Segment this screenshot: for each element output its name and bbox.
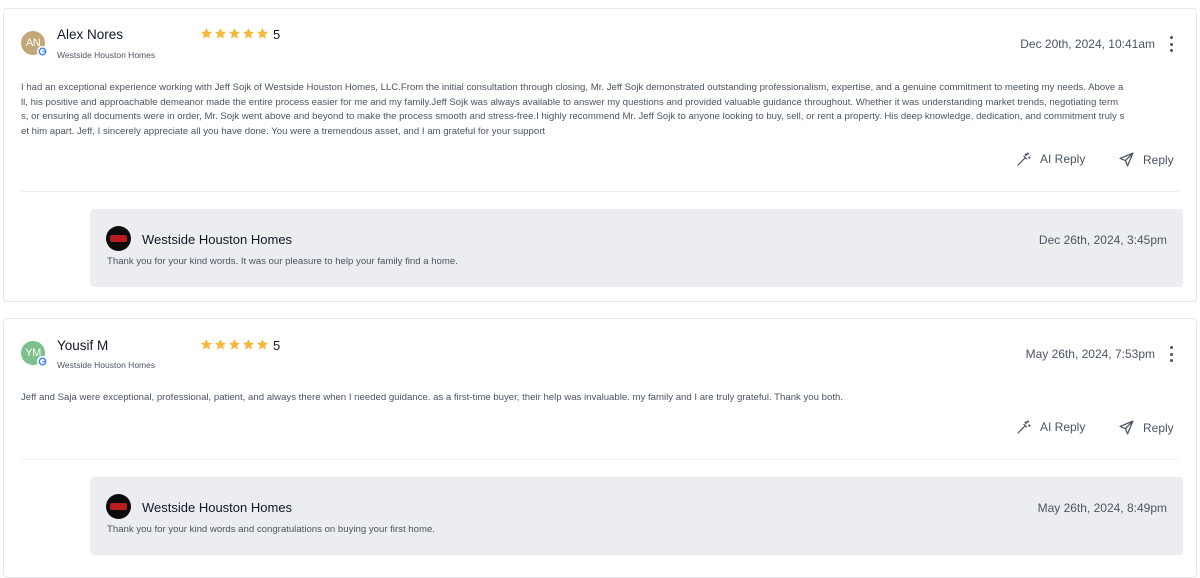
review-card: AN Alex Nores Westside Houston Homes 5 D… xyxy=(3,8,1197,302)
star-icon xyxy=(214,28,227,39)
star-icon xyxy=(228,339,241,350)
star-icon xyxy=(228,28,241,39)
business-name: Westside Houston Homes xyxy=(142,232,293,247)
reply-label: Reply xyxy=(1143,420,1174,435)
send-icon xyxy=(1119,420,1134,435)
magic-wand-icon xyxy=(1017,152,1031,166)
response-date: Dec 26th, 2024, 3:45pm xyxy=(1038,233,1167,247)
response-date: May 26th, 2024, 8:49pm xyxy=(1037,501,1167,515)
avatar: YM xyxy=(21,341,48,367)
more-vertical-icon[interactable] xyxy=(1166,346,1176,362)
rating-value: 5 xyxy=(273,338,281,353)
review-date: Dec 20th, 2024, 10:41am xyxy=(1020,37,1155,51)
response-text: Thank you for your kind words and congra… xyxy=(107,524,435,535)
ai-reply-label: AI Reply xyxy=(1040,420,1086,434)
business-name: Westside Houston Homes xyxy=(142,500,293,515)
star-icon xyxy=(256,28,269,39)
star-rating xyxy=(200,27,269,40)
reviewer-name: Yousif M xyxy=(57,338,109,353)
owner-response: Westside Houston Homes May 26th, 2024, 8… xyxy=(90,477,1183,555)
divider xyxy=(21,459,1179,460)
ai-reply-button[interactable]: AI Reply xyxy=(1016,151,1085,167)
avatar: AN xyxy=(21,31,48,57)
reply-button[interactable]: Reply xyxy=(1118,151,1174,168)
reply-label: Reply xyxy=(1143,152,1174,167)
owner-response: Westside Houston Homes Dec 26th, 2024, 3… xyxy=(90,209,1183,287)
star-icon xyxy=(256,339,269,350)
business-logo xyxy=(106,226,131,251)
google-icon xyxy=(37,46,48,57)
send-icon xyxy=(1119,152,1134,167)
response-text: Thank you for your kind words. It was ou… xyxy=(107,256,458,267)
reviewer-company: Westside Houston Homes xyxy=(57,50,156,60)
business-logo xyxy=(106,494,131,519)
divider xyxy=(21,191,1179,192)
rating-value: 5 xyxy=(273,27,281,42)
more-vertical-icon[interactable] xyxy=(1166,36,1176,52)
review-card: YM Yousif M Westside Houston Homes 5 May… xyxy=(3,318,1197,578)
reviewer-company: Westside Houston Homes xyxy=(57,360,156,370)
review-date: May 26th, 2024, 7:53pm xyxy=(1025,347,1155,361)
star-icon xyxy=(214,339,227,350)
star-icon xyxy=(242,28,255,39)
magic-wand-icon xyxy=(1017,420,1031,434)
ai-reply-label: AI Reply xyxy=(1040,152,1086,166)
star-icon xyxy=(200,28,213,39)
ai-reply-button[interactable]: AI Reply xyxy=(1016,419,1085,435)
review-text: I had an exceptional experience working … xyxy=(21,82,1125,137)
reviewer-name: Alex Nores xyxy=(57,27,124,42)
review-text: Jeff and Saja were exceptional, professi… xyxy=(21,392,843,403)
star-icon xyxy=(242,339,255,350)
star-rating xyxy=(200,338,269,351)
reply-button[interactable]: Reply xyxy=(1118,419,1174,436)
google-icon xyxy=(37,356,48,367)
star-icon xyxy=(200,339,213,350)
